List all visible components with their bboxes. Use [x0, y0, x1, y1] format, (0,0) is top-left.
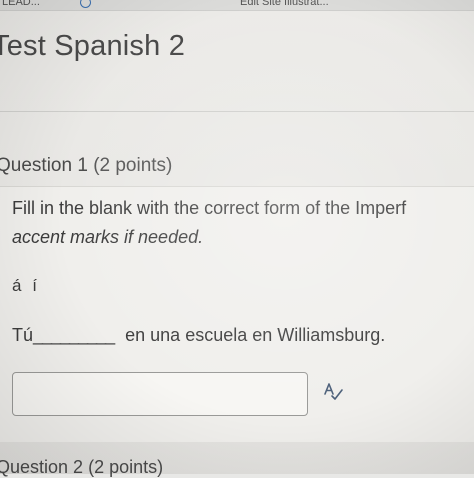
header-divider — [0, 111, 474, 112]
next-question-points: (2 points) — [88, 457, 164, 477]
bookmark-icon — [80, 0, 91, 8]
next-question-heading: Question 2 (2 points) — [0, 457, 163, 478]
bookmark-label: Edit Site Illustrat... — [240, 0, 329, 8]
accent-button-a[interactable]: á — [12, 276, 21, 296]
bookmark-2[interactable] — [80, 0, 97, 8]
page-title: Test Spanish 2 — [0, 30, 186, 62]
next-question-label: Question 2 — [0, 457, 84, 477]
sentence-blank: _________ — [33, 325, 115, 345]
bookmarks-bar: LEAD... Edit Site Illustrat... — [0, 0, 474, 11]
sentence-rest: en una escuela en Williamsburg. — [125, 325, 386, 345]
question-prompt-instructions: accent marks if needed. — [12, 227, 204, 247]
question-heading: Question 1 (2 points) — [0, 155, 172, 177]
screen: LEAD... Edit Site Illustrat... Test Span… — [0, 0, 474, 477]
accent-character-palette: á í — [12, 276, 43, 296]
bookmark-label: LEAD... — [2, 0, 40, 8]
sentence-subject: Tú — [12, 325, 34, 345]
spellcheck-icon[interactable] — [322, 380, 344, 402]
bookmark-edit-site[interactable]: Edit Site Illustrat... — [240, 0, 329, 8]
bookmark-lead[interactable]: LEAD... — [2, 0, 40, 8]
question-prompt: Fill in the blank with the correct form … — [12, 198, 407, 218]
question-points: (2 points) — [93, 155, 173, 176]
answer-input[interactable] — [12, 372, 308, 416]
fill-in-sentence: Tú_________ en una escuela en Williamsbu… — [12, 325, 385, 346]
accent-button-i[interactable]: í — [32, 276, 37, 296]
question-label: Question 1 — [0, 155, 88, 176]
